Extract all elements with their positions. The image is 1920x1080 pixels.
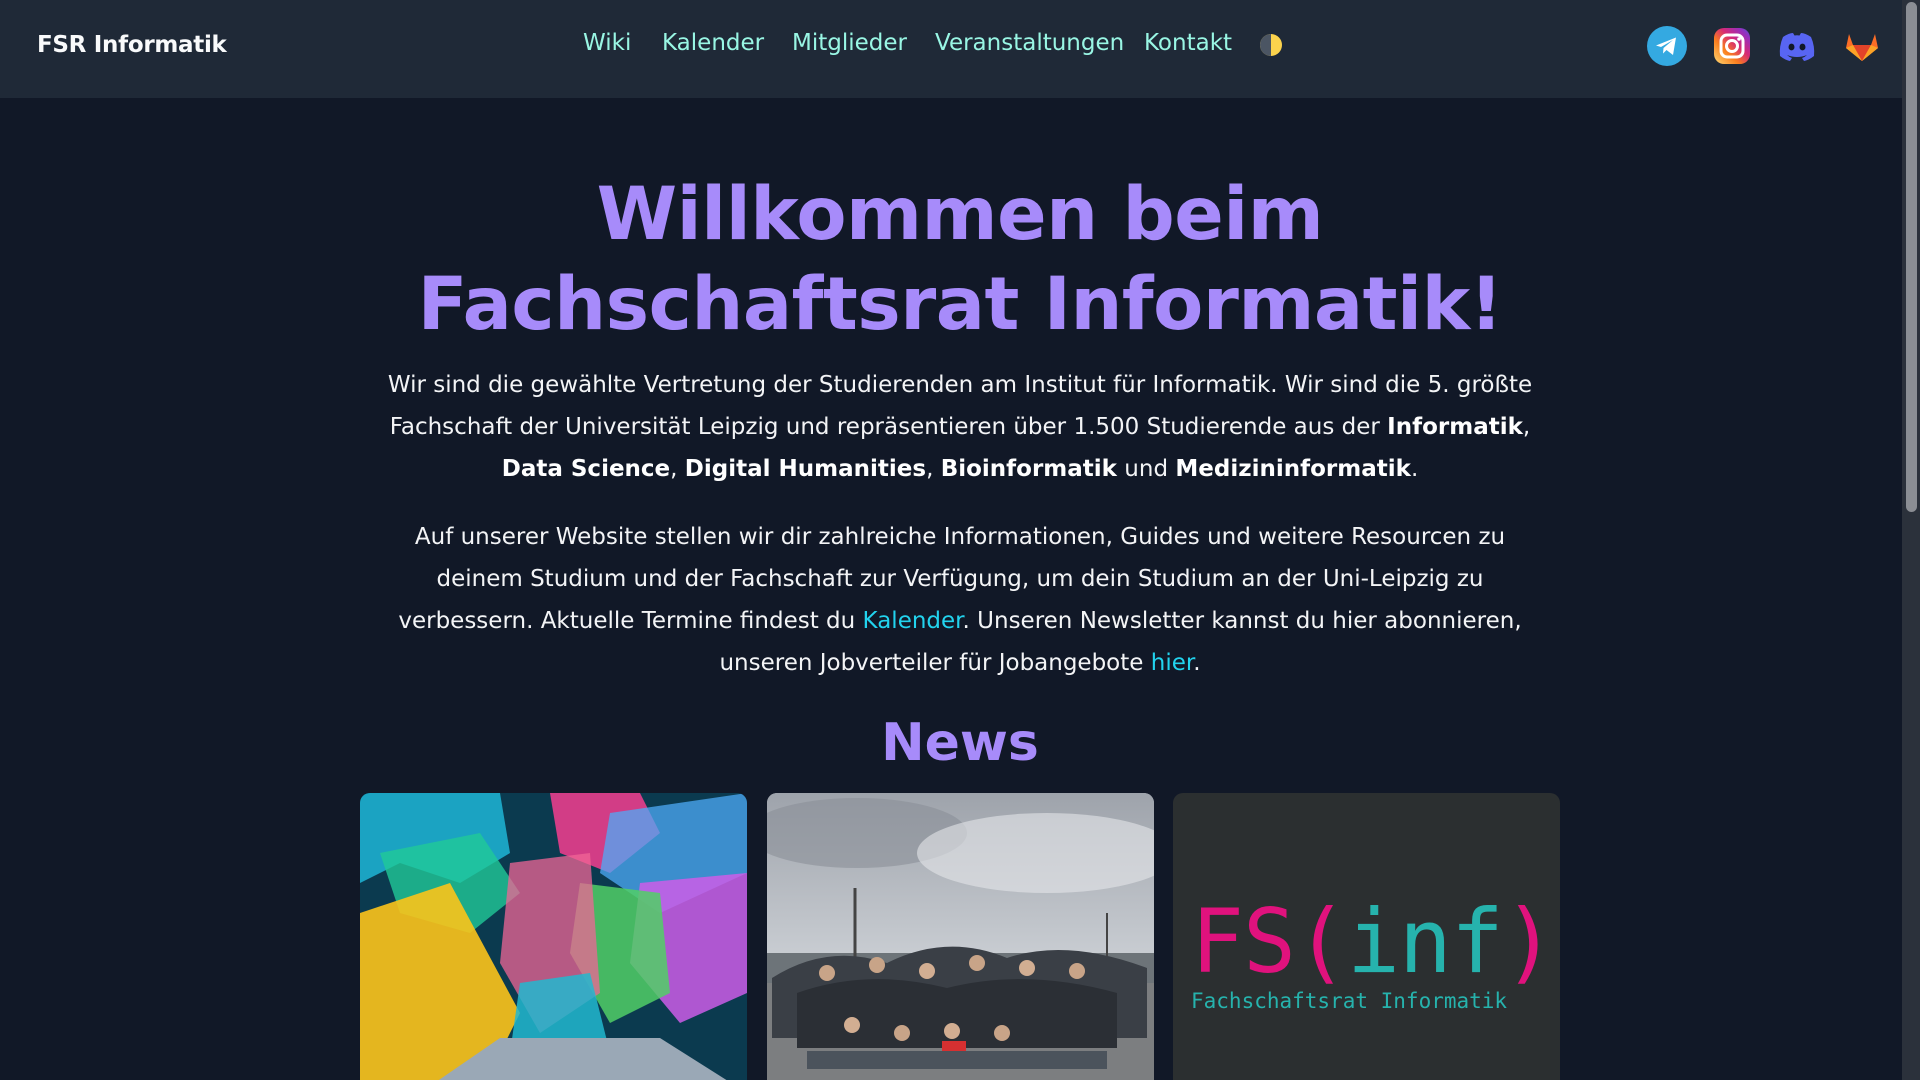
telegram-icon[interactable] [1647,26,1687,66]
group-photo [767,793,1154,1080]
intro-paragraph: Wir sind die gewählte Vertretung der Stu… [380,364,1540,490]
separator: , [670,456,685,482]
fsinf-logo: FS(inf) [1191,898,1556,986]
scrollbar-thumb[interactable] [1906,2,1917,512]
scrollbar[interactable] [1902,0,1920,1080]
jobverteiler-link[interactable]: hier [1151,650,1193,676]
logo-subtitle: Fachschaftsrat Informatik [1191,989,1508,1013]
page-title: Willkommen beim Fachschaftsrat Informati… [360,170,1560,350]
course-digital-humanities: Digital Humanities [684,456,927,482]
nav-item-wiki[interactable]: Wiki [583,30,631,56]
voting-hands-illustration [360,793,747,1080]
kalender-link[interactable]: Kalender [863,608,963,634]
discord-icon[interactable] [1777,26,1817,66]
page-title-line2: Fachschaftsrat Informatik! [417,262,1503,347]
logo-fs-text: FS( [1191,890,1348,993]
theme-toggle-icon[interactable] [1259,33,1283,57]
intro-text: Wir sind die gewählte Vertretung der Stu… [387,372,1533,440]
logo-inf-text: inf [1346,890,1504,993]
logo-close-paren: ) [1502,890,1556,993]
website-paragraph: Auf unserer Website stellen wir dir zahl… [380,516,1540,684]
news-heading: News [881,713,1039,773]
news-card-group-photo[interactable] [767,793,1154,1080]
course-bioinformatik: Bioinformatik [940,456,1117,482]
period: . [1410,456,1419,482]
period: . [1193,650,1201,676]
site-header: FSR Informatik Wiki Kalender Mitglieder … [0,0,1920,98]
course-informatik: Informatik [1387,414,1523,440]
course-data-science: Data Science [501,456,671,482]
separator: , [1522,414,1531,440]
nav-item-veranstaltungen[interactable]: Veranstaltungen [935,30,1124,56]
news-card-fsinf-logo[interactable]: FS(inf) Fachschaftsrat Informatik [1173,793,1560,1080]
page-title-line1: Willkommen beim [596,172,1324,257]
main-nav: Wiki Kalender Mitglieder Veranstaltungen… [0,30,1920,60]
conjunction: und [1116,456,1176,482]
course-medizininformatik: Medizininformatik [1175,456,1411,482]
separator: , [926,456,941,482]
nav-item-mitglieder[interactable]: Mitglieder [792,30,907,56]
nav-item-kontakt[interactable]: Kontakt [1144,30,1232,56]
news-card-voting[interactable] [360,793,747,1080]
instagram-icon[interactable] [1712,26,1752,66]
gitlab-icon[interactable] [1842,26,1882,66]
nav-item-kalender[interactable]: Kalender [662,30,764,56]
